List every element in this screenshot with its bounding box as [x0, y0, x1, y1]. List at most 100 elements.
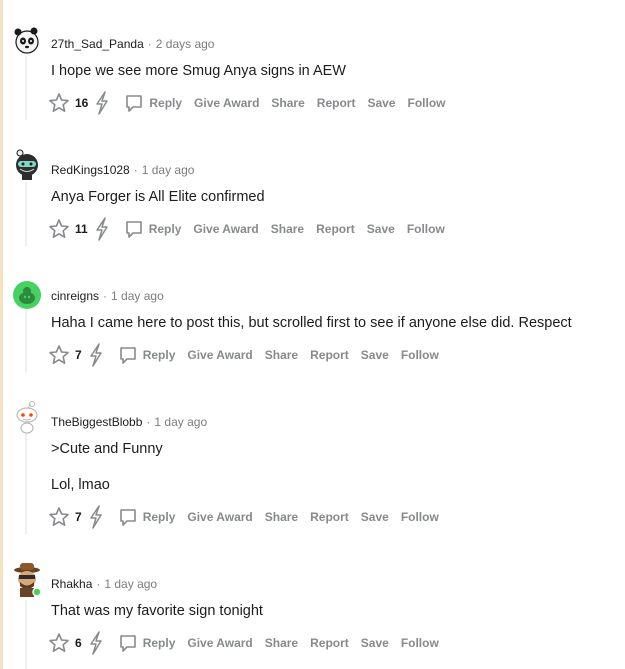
reply-label: Reply — [142, 510, 176, 524]
save-button[interactable]: Save — [361, 90, 401, 116]
give-award-button[interactable]: Give Award — [181, 504, 258, 530]
comment-meta: RedKings1028 · 1 day ago — [51, 162, 194, 178]
comment-bubble-icon — [119, 509, 136, 526]
score-count: 6 — [75, 636, 82, 650]
timestamp-link[interactable]: 1 day ago — [154, 415, 207, 429]
panda-avatar-icon[interactable] — [12, 22, 42, 54]
comment-bubble-icon — [125, 221, 142, 238]
score-count: 7 — [75, 348, 82, 362]
give-award-button[interactable]: Give Award — [181, 342, 258, 368]
timestamp-link[interactable]: 2 days ago — [156, 37, 215, 51]
meta-separator: · — [96, 577, 101, 591]
report-button[interactable]: Report — [304, 342, 355, 368]
save-label: Save — [360, 636, 389, 650]
reply-label: Reply — [142, 636, 176, 650]
share-button[interactable]: Share — [259, 504, 304, 530]
follow-button[interactable]: Follow — [401, 90, 451, 116]
comment-bubble-icon — [119, 635, 136, 652]
reply-button[interactable]: Reply — [114, 504, 182, 530]
score-count: 16 — [75, 96, 89, 110]
reply-button[interactable]: Reply — [120, 216, 188, 242]
save-button[interactable]: Save — [355, 630, 395, 656]
downvote-icon[interactable] — [86, 504, 106, 530]
reply-label: Reply — [148, 222, 182, 236]
username-link[interactable]: 27th_Sad_Panda — [51, 37, 144, 51]
follow-button[interactable]: Follow — [395, 630, 445, 656]
downvote-icon[interactable] — [86, 630, 106, 656]
comment-action-bar: 16 Reply Give Award Share Report Save Fo… — [46, 90, 451, 116]
save-button[interactable]: Save — [355, 504, 395, 530]
meta-separator: · — [146, 415, 151, 429]
give-award-label: Give Award — [187, 348, 253, 362]
save-button[interactable]: Save — [355, 342, 395, 368]
reply-button[interactable]: Reply — [114, 342, 182, 368]
collapse-thread-line[interactable] — [25, 600, 27, 669]
report-button[interactable]: Report — [304, 630, 355, 656]
score-count: 7 — [75, 510, 82, 524]
share-button[interactable]: Share — [259, 630, 304, 656]
comment-meta: 27th_Sad_Panda · 2 days ago — [51, 36, 214, 52]
collapse-thread-line[interactable] — [25, 434, 27, 534]
comment-meta: Rhakha · 1 day ago — [51, 576, 157, 592]
downvote-icon[interactable] — [86, 342, 106, 368]
score-count: 11 — [75, 222, 88, 236]
comment-bubble-icon — [126, 95, 143, 112]
meta-separator: · — [133, 163, 138, 177]
timestamp-link[interactable]: 1 day ago — [111, 289, 164, 303]
reply-label: Reply — [142, 348, 176, 362]
give-award-label: Give Award — [194, 96, 260, 110]
report-label: Report — [316, 222, 355, 236]
follow-label: Follow — [407, 96, 446, 110]
downvote-icon[interactable] — [92, 90, 112, 116]
follow-label: Follow — [400, 510, 439, 524]
timestamp-link[interactable]: 1 day ago — [104, 577, 157, 591]
report-button[interactable]: Report — [310, 216, 361, 242]
report-button[interactable]: Report — [311, 90, 362, 116]
collapse-thread-line[interactable] — [25, 308, 27, 372]
follow-button[interactable]: Follow — [395, 504, 445, 530]
share-button[interactable]: Share — [265, 216, 310, 242]
give-award-button[interactable]: Give Award — [187, 216, 264, 242]
share-button[interactable]: Share — [259, 342, 304, 368]
save-label: Save — [360, 348, 389, 362]
give-award-label: Give Award — [193, 222, 259, 236]
cowboy-avatar-icon[interactable] — [12, 562, 42, 597]
upvote-icon[interactable] — [46, 504, 72, 530]
comment-body-line: Lol, lmao — [51, 477, 110, 493]
upvote-icon[interactable] — [46, 90, 72, 116]
save-label: Save — [366, 222, 395, 236]
comment-body: That was my favorite sign tonight — [51, 603, 263, 619]
collapse-thread-line[interactable] — [25, 56, 27, 120]
snoo-avatar-icon[interactable] — [12, 400, 42, 434]
reply-button[interactable]: Reply — [114, 630, 182, 656]
masked-avatar-icon[interactable] — [12, 147, 42, 180]
share-button[interactable]: Share — [265, 90, 310, 116]
report-button[interactable]: Report — [304, 504, 355, 530]
follow-button[interactable]: Follow — [401, 216, 451, 242]
upvote-icon[interactable] — [46, 630, 72, 656]
comment-action-bar: 7 Reply Give Award Share Report Save Fol… — [46, 504, 445, 530]
reply-button[interactable]: Reply — [120, 90, 188, 116]
downvote-icon[interactable] — [92, 216, 112, 242]
username-link[interactable]: TheBiggestBlobb — [51, 415, 142, 429]
username-link[interactable]: cinreigns — [51, 289, 99, 303]
save-button[interactable]: Save — [361, 216, 401, 242]
follow-button[interactable]: Follow — [395, 342, 445, 368]
collapse-thread-line[interactable] — [25, 182, 27, 246]
give-award-button[interactable]: Give Award — [181, 630, 258, 656]
comment-body: I hope we see more Smug Anya signs in AE… — [51, 63, 346, 79]
timestamp-link[interactable]: 1 day ago — [142, 163, 195, 177]
comment-action-bar: 11 Reply Give Award Share Report Save Fo… — [46, 216, 451, 242]
comment-bubble-icon — [119, 347, 136, 364]
upvote-icon[interactable] — [46, 342, 72, 368]
report-label: Report — [310, 348, 349, 362]
username-link[interactable]: RedKings1028 — [51, 163, 130, 177]
username-link[interactable]: Rhakha — [51, 577, 92, 591]
give-award-button[interactable]: Give Award — [188, 90, 265, 116]
meta-separator: · — [147, 37, 152, 51]
share-label: Share — [270, 222, 305, 236]
report-label: Report — [316, 96, 356, 110]
default-green-avatar-icon[interactable] — [12, 280, 42, 310]
upvote-icon[interactable] — [46, 216, 72, 242]
report-label: Report — [310, 510, 349, 524]
